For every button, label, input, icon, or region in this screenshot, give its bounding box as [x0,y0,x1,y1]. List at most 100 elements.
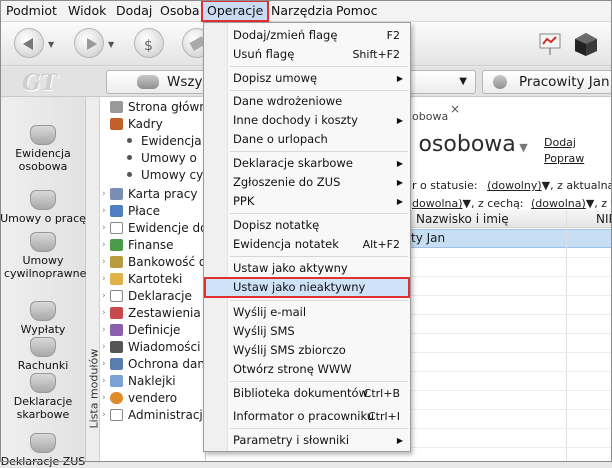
chevron-right-icon[interactable]: › [102,203,106,220]
sidebar-item-umowy-cywilnoprawne[interactable]: Umowy cywilnoprawne [0,232,86,280]
menu-item-send-sms-bulk[interactable]: Wyślij SMS zbiorczo [204,340,410,361]
chevron-right-icon[interactable]: › [102,305,106,322]
calendar-icon [110,188,123,200]
chevron-right-icon[interactable]: › [102,237,106,254]
back-arrow-icon[interactable] [14,28,44,58]
chevron-right-icon[interactable]: › [102,322,106,339]
menu-item-send-email[interactable]: Wyślij e-mail [204,302,410,323]
sidebar-item-umowy-o-prace[interactable]: Umowy o pracę [0,190,86,225]
tree-item-naklejki[interactable]: › Naklejki [102,373,176,390]
menu-narzedzia[interactable]: Narzędzia [271,0,333,22]
menu-item-label: Informator o pracowniku [233,409,375,423]
tree-item-ochrona-danych[interactable]: › Ochrona dany [102,356,205,373]
tree-item-vendero[interactable]: › vendero [102,390,177,407]
chevron-down-icon[interactable]: ▼ [516,141,527,154]
menu-osoba[interactable]: Osoba [160,0,200,22]
menu-podmiot[interactable]: Podmiot [6,0,57,22]
tree-item-kartoteki[interactable]: › Kartoteki [102,271,182,288]
sidebar-item-wyplaty[interactable]: Wypłaty [0,301,86,336]
tree-item-umowy-o[interactable]: Umowy o [118,150,197,167]
menu-item-parameters[interactable]: Parametry i słowniki ▶ [204,430,410,451]
tree-item-finanse[interactable]: › Finanse [102,237,174,254]
menu-item-implementation-data[interactable]: Dane wdrożeniowe [204,91,410,112]
menu-dodaj[interactable]: Dodaj [116,0,152,22]
close-icon[interactable]: × [450,102,460,116]
presentation-icon[interactable] [536,30,564,58]
chevron-right-icon[interactable]: › [102,186,106,203]
sidebar-item-deklaracje-zus[interactable]: Deklaracje ZUS [0,433,86,468]
menu-item-notes-register[interactable]: Ewidencja notatek Alt+F2 [204,234,410,255]
chevron-right-icon[interactable]: › [102,407,106,424]
definition-icon [110,324,123,336]
menu-item-add-flag[interactable]: Dodaj/zmień flagę F2 [204,25,410,46]
tree-item-ewidencja[interactable]: Ewidencja [118,133,202,150]
tree-item-ewidencje-doc[interactable]: › Ewidencje doc [102,220,206,237]
tree-item-strona-glowna[interactable]: Strona główna [110,99,205,116]
chevron-down-icon[interactable]: ▼ [586,197,594,210]
forward-arrow-icon[interactable] [74,28,104,58]
menu-item-ppk[interactable]: PPK ▶ [204,191,410,212]
module-list-tab[interactable]: Lista modułów [86,97,101,462]
menu-item-add-note[interactable]: Dopisz notatkę [204,215,410,236]
module-sidebar: Ewidencja osobowa Umowy o pracę Umowy cy… [0,97,86,468]
menu-item-other-income[interactable]: Inne dochody i koszty ▶ [204,110,410,131]
edit-link[interactable]: Popraw [544,152,584,165]
chevron-right-icon[interactable]: › [102,254,106,271]
col-name-header[interactable]: Nazwisko i imię [416,210,509,228]
filter-value[interactable]: dowolna) [412,197,463,210]
menu-pomoc[interactable]: Pomoc [336,0,377,22]
tree-item-administracja[interactable]: › Administracja [102,407,205,424]
chevron-right-icon[interactable]: › [102,220,106,237]
menu-item-open-website[interactable]: Otwórz stronę WWW [204,359,410,380]
chevron-right-icon[interactable]: › [102,288,106,305]
tree-item-place[interactable]: › Płace [102,203,160,220]
table-row[interactable]: ty Jan [406,229,612,248]
zus-icon [30,433,56,453]
menu-separator [230,428,408,429]
menu-widok[interactable]: Widok [68,0,106,22]
tree-item-zestawienia[interactable]: › Zestawienia [102,305,201,322]
filter-status-value[interactable]: (dowolny) [487,179,542,192]
menu-item-tax-declarations[interactable]: Deklaracje skarbowe ▶ [204,153,410,174]
menu-item-set-inactive[interactable]: Ustaw jako nieaktywny [204,277,410,298]
tree-item-label: Ewidencje doc [128,221,206,235]
menu-item-add-contract[interactable]: Dopisz umowę ▶ [204,68,410,89]
menu-item-set-active[interactable]: Ustaw jako aktywny [204,258,410,279]
tree-item-deklaracje[interactable]: › Deklaracje [102,288,192,305]
tree-item-definicje[interactable]: › Definicje [102,322,180,339]
money-bag-icon[interactable]: $ [134,28,164,58]
chevron-right-icon[interactable]: › [102,339,106,356]
menu-item-document-library[interactable]: Biblioteka dokumentów Ctrl+B [204,383,410,404]
tree-item-bankowosc[interactable]: › Bankowość or [102,254,205,271]
chevron-right-icon[interactable]: › [102,390,106,407]
submenu-arrow-icon: ▶ [396,436,403,445]
menu-separator [230,213,408,214]
add-link[interactable]: Dodaj [544,136,576,149]
tree-item-wiadomosci[interactable]: › Wiadomości S [102,339,205,356]
menu-operacje[interactable]: Operacje [201,0,270,22]
col-nip-header[interactable]: NIP [596,210,612,228]
sidebar-item-deklaracje-skarbowe[interactable]: Deklaracje skarbowe [0,373,86,421]
chevron-down-icon[interactable]: ▼ [542,179,550,192]
person-combo[interactable]: Pracowity Jan [482,70,612,94]
sidebar-item-ewidencja-osobowa[interactable]: Ewidencja osobowa [0,125,86,173]
menu-item-remove-flag[interactable]: Usuń flagę Shift+F2 [204,44,410,65]
tree-item-umowy-cy[interactable]: Umowy cy [118,167,203,184]
sidebar-item-rachunki[interactable]: Rachunki [0,337,86,372]
chevron-right-icon[interactable]: › [102,356,106,373]
tab-ewidencja-osobowa[interactable]: obowa [412,106,482,128]
menu-item-leave-data[interactable]: Dane o urlopach [204,129,410,150]
tree-item-karta-pracy[interactable]: › Karta pracy [102,186,197,203]
menu-item-label: PPK [233,194,255,208]
cube-icon[interactable] [572,30,600,58]
chevron-down-icon[interactable]: ▼ [463,197,471,210]
menu-item-zus-registration[interactable]: Zgłoszenie do ZUS ▶ [204,172,410,193]
menu-item-send-sms[interactable]: Wyślij SMS [204,321,410,342]
chevron-right-icon[interactable]: › [102,373,106,390]
tree-item-kadry[interactable]: Kadry [110,116,163,133]
back-dropdown-icon[interactable]: ▼ [48,40,54,49]
forward-dropdown-icon[interactable]: ▼ [108,40,114,49]
chevron-right-icon[interactable]: › [102,271,106,288]
filter-feature-value[interactable]: (dowolna) [531,197,586,210]
menu-item-employee-info[interactable]: Informator o pracowniku Ctrl+I [204,406,410,427]
